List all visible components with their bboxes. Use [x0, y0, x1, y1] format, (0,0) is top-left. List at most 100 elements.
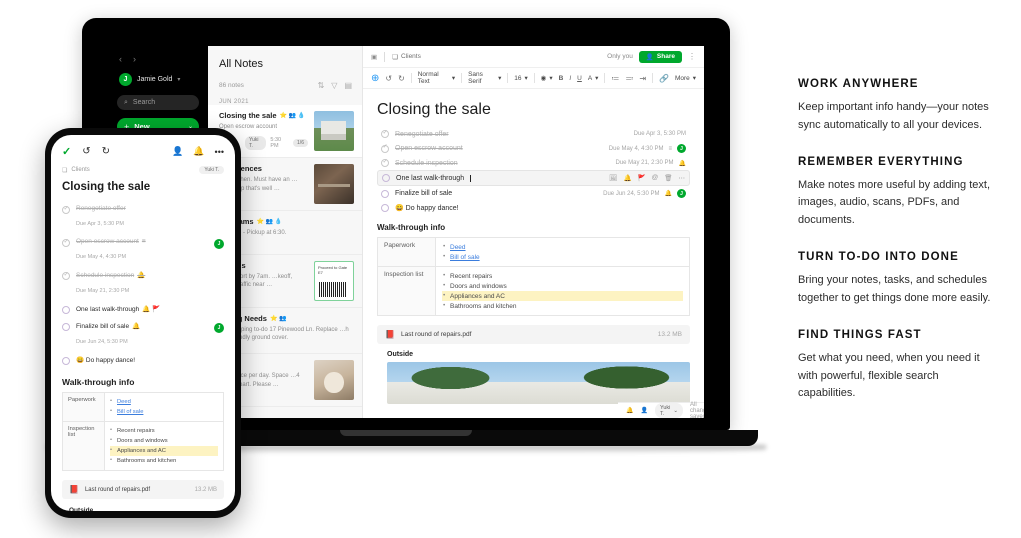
font-family-select[interactable]: Sans Serif ▾: [468, 71, 501, 85]
more-icon[interactable]: •••: [215, 147, 224, 157]
task-action-icon[interactable]: ⋯: [679, 174, 686, 182]
search-input[interactable]: ⌕ Search: [117, 95, 199, 110]
collaborator-chip[interactable]: Yuki T. ⌄: [654, 403, 683, 418]
walkthrough-table: Paperwork Deed Bill of sale Inspection list…: [62, 392, 224, 471]
divider: [507, 73, 509, 83]
task-row[interactable]: Finalize bill of sale Due Jun 24, 5:30 PM…: [377, 186, 690, 201]
done-check-icon[interactable]: ✓: [62, 145, 71, 158]
share-icon[interactable]: 👤: [172, 146, 183, 157]
account-switcher[interactable]: J Jamie Gold ▾: [108, 64, 208, 86]
redo-icon[interactable]: ↻: [102, 146, 110, 157]
back-arrow-icon[interactable]: ‹: [119, 54, 122, 64]
tag-clients[interactable]: ❏ Clients: [392, 53, 421, 61]
table-link[interactable]: Deed: [450, 244, 466, 251]
task-checkbox[interactable]: [381, 204, 389, 212]
task-row[interactable]: Renegotiate offer Due Apr 3, 5:30 PM: [377, 127, 690, 141]
undo-icon[interactable]: ↺: [385, 74, 392, 83]
task-checkbox[interactable]: [62, 323, 70, 331]
task-row[interactable]: Open escrow account Due May 4, 4:30 PM ≡ J: [377, 141, 690, 156]
link-icon[interactable]: 🔗: [659, 74, 669, 83]
editor-statusbar: 🔔 👤 Yuki T. ⌄ All changes saved: [618, 402, 704, 418]
attachment-size: 13.2 MB: [194, 486, 217, 493]
task-row[interactable]: Renegotiate offer Due Apr 3, 5:30 PM: [62, 201, 224, 234]
task-checkbox[interactable]: [381, 129, 389, 138]
note-thumbnail: [314, 164, 354, 204]
alert-icon[interactable]: 🔔: [193, 146, 204, 157]
list-item: Appliances and AC: [442, 291, 683, 301]
table-row: Paperwork Deed Bill of sale: [377, 237, 690, 267]
person-icon[interactable]: 👤: [640, 407, 647, 414]
table-row: Inspection list Recent repairs Doors and w…: [377, 266, 690, 316]
task-due: Due May 21, 2:30 PM: [615, 160, 674, 166]
task-checkbox[interactable]: [62, 306, 70, 314]
underline-button[interactable]: U: [577, 75, 582, 82]
notebook-icon[interactable]: ▣: [371, 53, 377, 61]
task-action-icon[interactable]: @: [652, 174, 659, 182]
task-checkbox[interactable]: [381, 189, 389, 198]
bullet-list-icon[interactable]: ≔: [611, 74, 619, 83]
task-checkbox[interactable]: [381, 143, 389, 153]
bold-button[interactable]: B: [559, 75, 564, 82]
pdf-icon: 📕: [69, 485, 79, 494]
sort-icon[interactable]: ⇅: [318, 81, 325, 90]
task-label: Renegotiate offer: [395, 130, 449, 138]
view-toggle-icon[interactable]: ▤: [344, 81, 352, 90]
breadcrumb[interactable]: ❏ Clients Yuki T.: [51, 158, 235, 174]
forward-arrow-icon[interactable]: ›: [133, 54, 136, 64]
outside-label: Outside: [387, 351, 414, 358]
task-checkbox[interactable]: [62, 238, 70, 247]
task-row[interactable]: 😄 Do happy dance!: [62, 352, 224, 369]
table-cell-item: Bathrooms and kitchen: [450, 302, 517, 310]
task-checkbox[interactable]: [381, 158, 389, 167]
filter-icon[interactable]: ▽: [331, 81, 337, 90]
list-item: Deed: [110, 397, 218, 407]
task-row[interactable]: Schedule inspection🔔 Due May 21, 2:30 PM: [62, 267, 224, 301]
task-action-icon[interactable]: 🗑: [664, 174, 672, 182]
indent-icon[interactable]: ⇥: [639, 74, 646, 83]
text-color-button[interactable]: A ▾: [588, 74, 599, 83]
note-emoji-icons: ⭐ 👥: [269, 315, 287, 322]
attachment-row[interactable]: 📕 Last round of repairs.pdf 13.2 MB: [377, 325, 690, 344]
attachment-name: Last round of repairs.pdf: [400, 331, 472, 338]
note-group-date: JUN 2021: [219, 99, 249, 105]
add-icon[interactable]: ⊕: [371, 73, 379, 84]
redo-icon[interactable]: ↻: [398, 74, 405, 83]
undo-icon[interactable]: ↺: [82, 146, 90, 157]
page-title: Closing the sale: [62, 181, 151, 193]
task-flag-icon: ≡: [141, 238, 146, 245]
share-button[interactable]: 👤 Share: [638, 50, 682, 63]
table-value-cell: Recent repairs Doors and windows Appliance…: [104, 421, 224, 471]
table-link[interactable]: Bill of sale: [450, 254, 480, 261]
highlight-color-button[interactable]: ◉ ▾: [541, 74, 553, 82]
more-button[interactable]: More ▾: [675, 74, 696, 83]
task-row[interactable]: Schedule inspection Due May 21, 2:30 PM 🔔: [377, 156, 690, 170]
attachment-size: 13.2 MB: [657, 331, 682, 338]
table-cell-item: Bathrooms and kitchen: [117, 458, 177, 464]
task-checkbox[interactable]: [62, 205, 70, 214]
marketing-heading: REMEMBER EVERYTHING: [798, 155, 964, 168]
task-checkbox[interactable]: [382, 174, 390, 182]
walkthrough-table: Paperwork Deed Bill of sale Inspection list…: [377, 237, 690, 316]
task-row[interactable]: Finalize bill of sale 🔔 Due Jun 24, 5:30 P…: [62, 318, 224, 352]
list-item: Bill of sale: [442, 252, 683, 262]
task-row[interactable]: 😄 Do happy dance!: [377, 201, 690, 215]
marketing-body: Bring your notes, tasks, and schedules t…: [798, 274, 991, 304]
task-action-icon[interactable]: 🚩: [638, 174, 646, 182]
task-row[interactable]: Open escrow account≡ Due May 4, 4:30 PM J: [62, 234, 224, 267]
collaborator-chip[interactable]: Yuki T.: [199, 166, 224, 174]
number-list-icon[interactable]: ≕: [625, 74, 633, 83]
font-size-select[interactable]: 16 ▾: [514, 74, 528, 83]
italic-button[interactable]: I: [569, 75, 571, 82]
task-checkbox[interactable]: [62, 271, 70, 280]
task-action-icon[interactable]: 🖼: [609, 174, 617, 182]
table-link[interactable]: Deed: [117, 399, 131, 405]
attachment-row[interactable]: 📕 Last round of repairs.pdf 13.2 MB: [62, 480, 224, 499]
bell-icon[interactable]: 🔔: [626, 407, 633, 414]
task-checkbox[interactable]: [62, 357, 70, 365]
task-row[interactable]: One last walk-through 🖼 🔔 🚩 @ 🗑 ⋯: [377, 170, 690, 186]
table-link[interactable]: Bill of sale: [117, 409, 143, 415]
task-row[interactable]: One last walk-through 🔔 🚩: [62, 301, 224, 318]
paragraph-style-select[interactable]: Normal Text ▾: [418, 71, 455, 85]
task-action-icon[interactable]: 🔔: [623, 174, 631, 182]
kebab-menu-icon[interactable]: ⋮: [688, 52, 696, 61]
